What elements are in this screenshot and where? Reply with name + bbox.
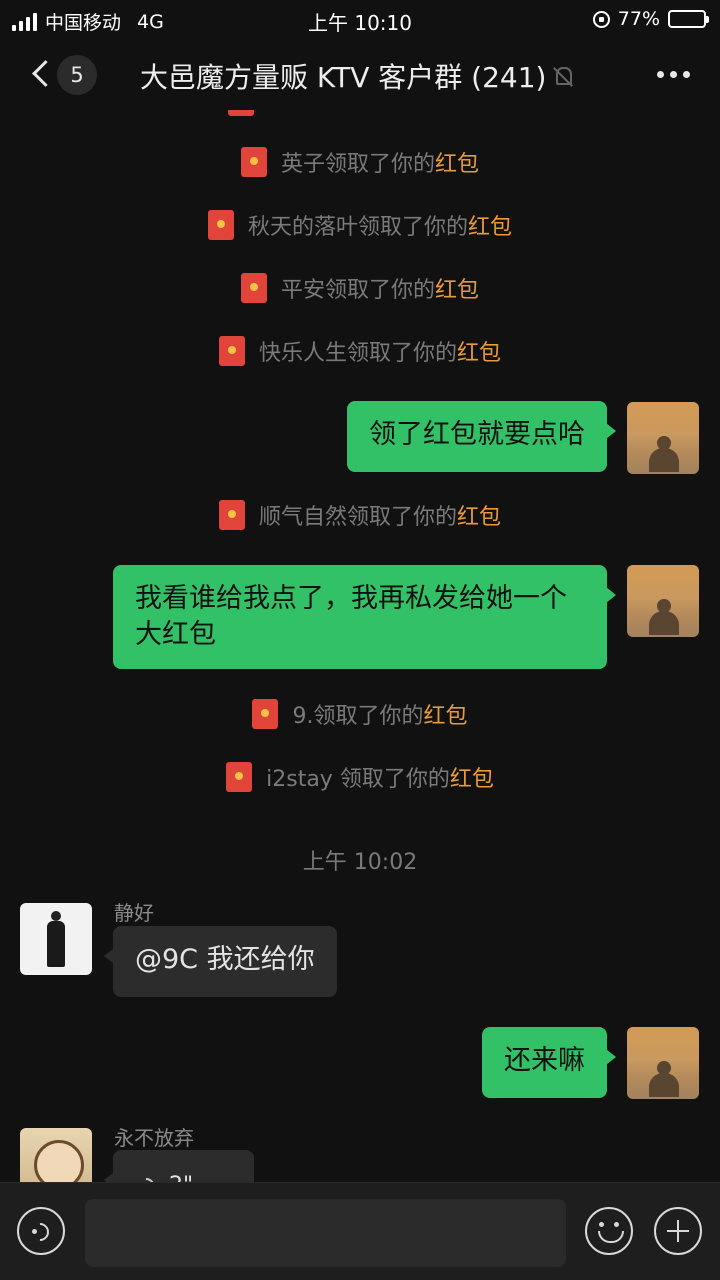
red-packet-link[interactable]: 红包 (457, 341, 501, 366)
red-packet-link[interactable]: 红包 (468, 215, 512, 240)
red-packet-link[interactable]: 红包 (457, 505, 501, 530)
red-packet-icon (240, 273, 267, 303)
red-packet-link[interactable]: 红包 (435, 152, 479, 177)
status-bar: 中国移动 4G 上午 10:10 77% (0, 0, 720, 38)
my-message-bubble[interactable]: 领了红包就要点哈 (347, 401, 616, 472)
unread-badge[interactable]: 5 (57, 55, 97, 95)
system-text: i2stay 领取了你的红包 (266, 767, 494, 792)
red-packet-icon (207, 210, 234, 240)
red-packet-icon (228, 110, 254, 116)
system-message: i2stay 领取了你的红包 (0, 761, 720, 793)
red-packet-link[interactable]: 红包 (435, 278, 479, 303)
sender-name: 静好 (114, 901, 154, 925)
system-message: 秋天的落叶领取了你的红包 (0, 209, 720, 241)
chat-header: 5 大邑魔方量贩 KTV 客户群 (241) (0, 38, 720, 110)
system-text: 平安领取了你的红包 (280, 278, 480, 303)
sender-avatar[interactable] (20, 903, 92, 975)
message-timestamp: 上午 10:02 (302, 850, 418, 875)
chat-area[interactable]: 英子领取了你的红包 秋天的落叶领取了你的红包 平安领取了你的红包 快乐人生领取了… (0, 110, 720, 1182)
voice-message-bubble[interactable]: 2" (104, 1150, 254, 1183)
red-packet-icon (226, 762, 253, 792)
system-message: 顺气自然领取了你的红包 (0, 499, 720, 531)
title-wrap: 大邑魔方量贩 KTV 客户群 (241) (140, 56, 574, 96)
message-input[interactable] (85, 1199, 566, 1267)
system-message: 平安领取了你的红包 (0, 272, 720, 304)
system-message: 9.领取了你的红包 (0, 698, 720, 730)
sender-name: 永不放弃 (114, 1126, 194, 1150)
system-text: 快乐人生领取了你的红包 (258, 341, 502, 366)
red-packet-link[interactable]: 红包 (450, 767, 494, 792)
bell-muted-icon (552, 65, 574, 87)
voice-wave-icon (135, 1174, 159, 1183)
system-text: 9.领取了你的红包 (292, 704, 468, 729)
battery-icon (668, 10, 709, 28)
system-text: 秋天的落叶领取了你的红包 (247, 215, 513, 240)
my-avatar[interactable] (627, 565, 699, 637)
red-packet-link[interactable]: 红包 (424, 704, 468, 729)
incoming-message-bubble[interactable]: @9C 我还给你 (104, 926, 337, 997)
voice-duration: 2" (169, 1168, 193, 1183)
input-bar (0, 1182, 720, 1280)
system-message: 英子领取了你的红包 (0, 146, 720, 178)
red-packet-icon (218, 500, 245, 530)
sender-avatar[interactable] (20, 1128, 92, 1182)
system-message: 快乐人生领取了你的红包 (0, 335, 720, 367)
more-actions-button[interactable] (654, 1207, 702, 1255)
battery-percent: 77% (617, 8, 660, 30)
chat-title: 大邑魔方量贩 KTV 客户群 (241) (140, 61, 547, 94)
red-packet-icon (252, 699, 279, 729)
system-text: 顺气自然领取了你的红包 (258, 505, 502, 530)
my-avatar[interactable] (627, 1027, 699, 1099)
red-packet-icon (240, 147, 267, 177)
status-right: 77% (592, 8, 709, 30)
red-packet-icon (218, 336, 245, 366)
emoji-button[interactable] (585, 1207, 633, 1255)
system-text: 英子领取了你的红包 (280, 152, 480, 177)
my-message-bubble[interactable]: 我看谁给我点了，我再私发给她一个大红包 (113, 565, 616, 669)
my-message-bubble[interactable]: 还来嘛 (482, 1027, 616, 1098)
orientation-lock-icon (592, 10, 610, 28)
voice-input-button[interactable] (17, 1207, 65, 1255)
more-options-button[interactable] (657, 71, 690, 78)
my-avatar[interactable] (627, 402, 699, 474)
